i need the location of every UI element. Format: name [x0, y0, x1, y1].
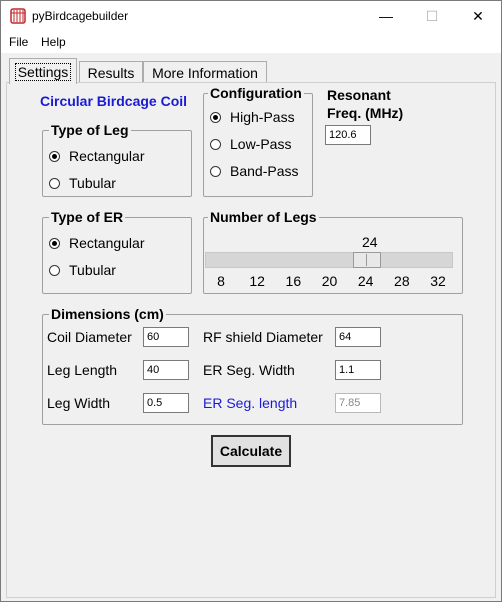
tab-settings[interactable]: Settings [9, 58, 77, 84]
legs-slider-value: 24 [362, 234, 378, 250]
config-highpass-label: High-Pass [230, 109, 295, 125]
type-of-leg-title: Type of Leg [49, 122, 131, 138]
coil-diameter-input[interactable]: 60 [143, 327, 189, 347]
leg-rectangular-label: Rectangular [69, 148, 145, 164]
legs-tick-label: 24 [357, 273, 374, 289]
legs-tick-label: 28 [394, 273, 410, 289]
tab-results-label: Results [87, 64, 135, 81]
radio-unchecked-icon [210, 165, 221, 177]
menu-bar: File Help [1, 31, 501, 53]
leg-length-label: Leg Length [47, 362, 118, 378]
er-tubular-radio[interactable]: Tubular [49, 262, 116, 278]
birdcage-app-icon [10, 8, 26, 24]
number-of-legs-title: Number of Legs [208, 209, 319, 225]
leg-rectangular-radio[interactable]: Rectangular [49, 148, 145, 164]
tab-settings-label: Settings [14, 62, 72, 81]
radio-checked-icon [210, 111, 221, 123]
radio-unchecked-icon [49, 264, 60, 276]
tab-strip: Settings Results More Information [1, 53, 501, 84]
configuration-group: Configuration High-Pass Low-Pass Band-Pa… [203, 85, 313, 197]
config-bandpass-radio[interactable]: Band-Pass [210, 163, 298, 179]
leg-tubular-label: Tubular [69, 175, 116, 191]
er-tubular-label: Tubular [69, 262, 116, 278]
resonant-label-line2: Freq. (MHz) [327, 105, 404, 121]
legs-tick-label: 12 [249, 273, 265, 289]
legs-tick-label: 20 [321, 273, 338, 289]
coil-diameter-label: Coil Diameter [47, 329, 132, 345]
rf-shield-diameter-label: RF shield Diameter [203, 329, 323, 345]
window-title: pyBirdcagebuilder [32, 9, 129, 23]
legs-slider[interactable] [205, 252, 453, 268]
menu-help[interactable]: Help [41, 35, 66, 49]
tab-results[interactable]: Results [79, 61, 143, 83]
er-seg-length-input: 7.85 [335, 393, 381, 413]
calculate-button[interactable]: Calculate [211, 435, 291, 467]
er-rectangular-radio[interactable]: Rectangular [49, 235, 145, 251]
resonant-label-line1: Resonant [327, 87, 391, 103]
radio-checked-icon [49, 150, 60, 162]
config-bandpass-label: Band-Pass [230, 163, 299, 179]
rf-shield-diameter-input[interactable]: 64 [335, 327, 381, 347]
legs-tick-label: 32 [430, 273, 446, 289]
minimize-button[interactable]: — [363, 1, 409, 31]
leg-length-input[interactable]: 40 [143, 360, 189, 380]
type-of-er-group: Type of ER Rectangular Tubular [42, 209, 192, 294]
resonant-freq-input[interactable]: 120.6 [325, 125, 371, 145]
menu-file[interactable]: File [9, 35, 28, 49]
settings-panel: Circular Birdcage Coil Type of Leg Recta… [6, 82, 496, 598]
dimensions-title: Dimensions (cm) [49, 306, 166, 322]
maximize-button[interactable]: ☐ [409, 1, 455, 31]
close-button[interactable]: ✕ [455, 1, 501, 31]
radio-unchecked-icon [49, 177, 60, 189]
legs-tick-label: 8 [217, 273, 225, 289]
dimensions-group: Dimensions (cm) Coil Diameter 60 Leg Len… [42, 306, 463, 425]
legs-tick-label: 16 [285, 273, 302, 289]
title-bar: pyBirdcagebuilder — ☐ ✕ [1, 1, 501, 31]
er-seg-length-label: ER Seg. length [203, 395, 298, 411]
er-rectangular-label: Rectangular [69, 235, 145, 251]
config-highpass-radio[interactable]: High-Pass [210, 109, 295, 125]
er-seg-width-input[interactable]: 1.1 [335, 360, 381, 380]
tab-more-information-label: More Information [152, 64, 258, 81]
radio-unchecked-icon [210, 138, 221, 150]
app-window: pyBirdcagebuilder — ☐ ✕ File Help Settin… [0, 0, 502, 602]
leg-tubular-radio[interactable]: Tubular [49, 175, 116, 191]
type-of-leg-group: Type of Leg Rectangular Tubular [42, 122, 192, 197]
tab-more-information[interactable]: More Information [143, 61, 267, 83]
leg-width-input[interactable]: 0.5 [143, 393, 189, 413]
er-seg-width-label: ER Seg. Width [203, 362, 295, 378]
coil-heading: Circular Birdcage Coil [40, 93, 188, 109]
number-of-legs-group: Number of Legs 24 8 12 16 20 24 28 32 [203, 209, 463, 294]
type-of-er-title: Type of ER [49, 209, 126, 225]
leg-width-label: Leg Width [47, 395, 111, 411]
legs-slider-thumb[interactable] [352, 252, 381, 268]
radio-checked-icon [49, 237, 60, 249]
config-lowpass-label: Low-Pass [230, 136, 292, 152]
configuration-title: Configuration [208, 85, 304, 101]
config-lowpass-radio[interactable]: Low-Pass [210, 136, 291, 152]
